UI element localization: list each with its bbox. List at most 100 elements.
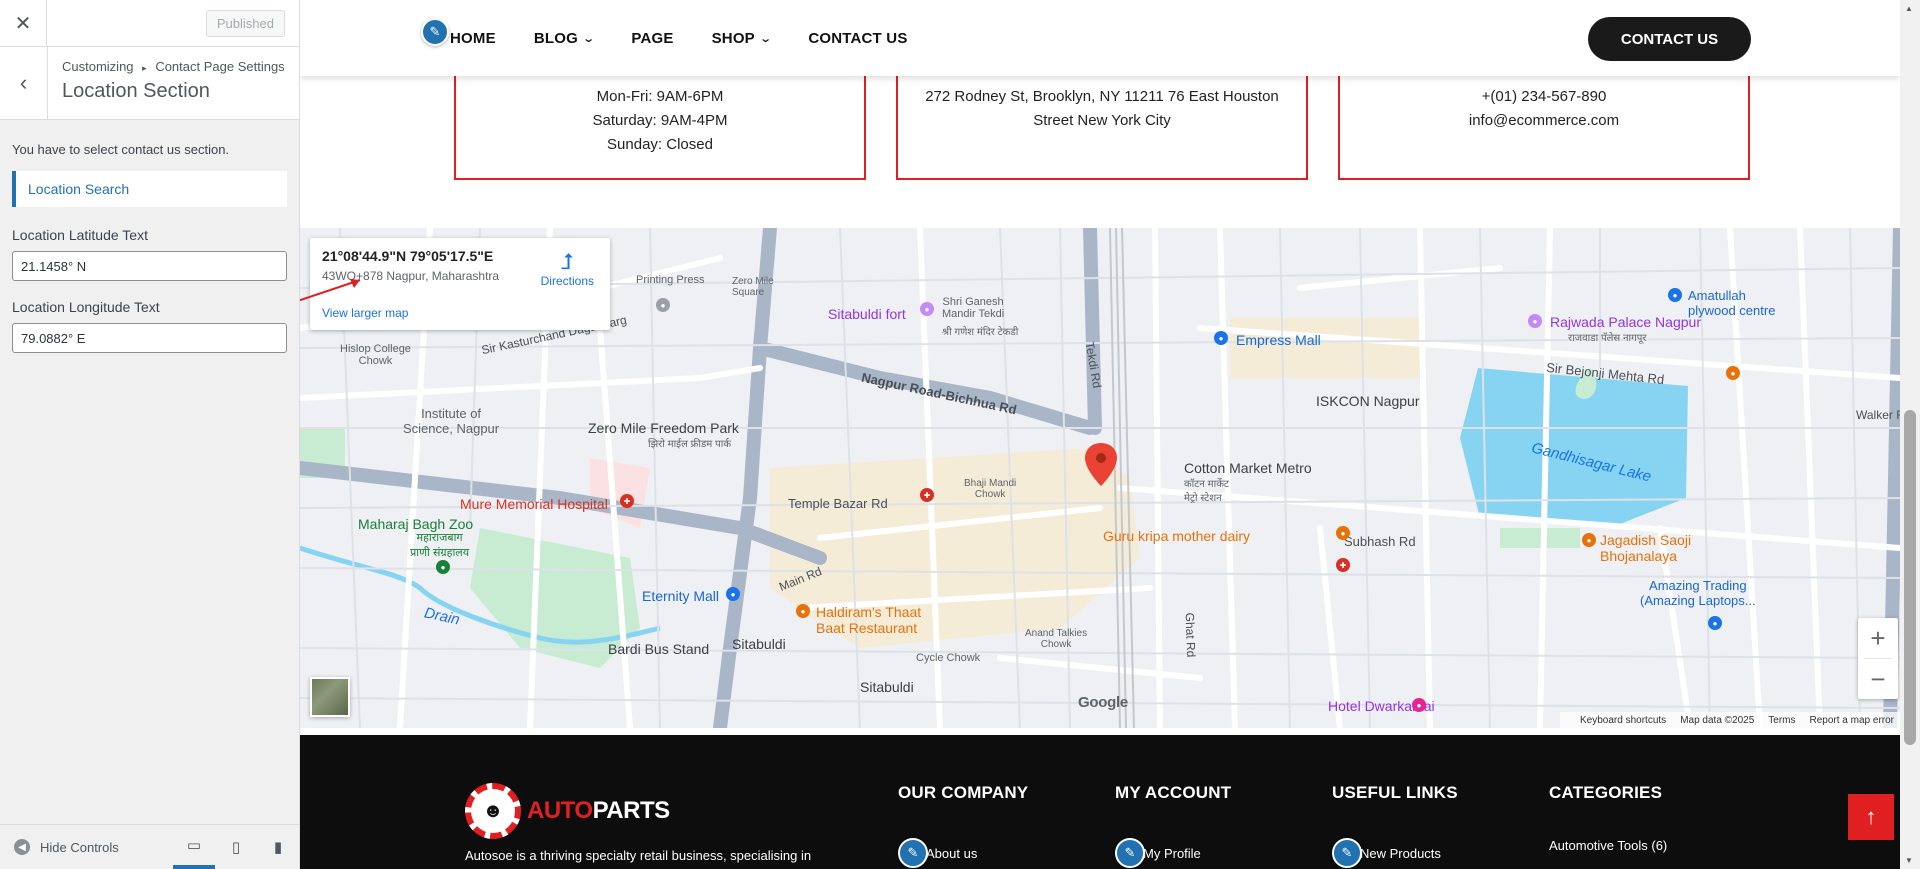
poi-marker[interactable]: ● — [1214, 331, 1228, 345]
keyboard-shortcuts-link[interactable]: Keyboard shortcuts — [1580, 715, 1666, 726]
poi-marker[interactable]: ✚ — [1336, 558, 1350, 572]
edit-shortcut-icon[interactable]: ✎ — [1332, 838, 1362, 868]
latitude-input[interactable] — [12, 251, 287, 281]
zoom-controls: + − — [1858, 618, 1898, 699]
nav-shop[interactable]: SHOP ⌄ — [711, 29, 773, 47]
latitude-label: Location Latitude Text — [12, 227, 148, 243]
tablet-preview-icon[interactable]: ▯ — [215, 825, 257, 869]
nav-label: PAGE — [631, 29, 674, 47]
poi-marker[interactable]: ● — [1726, 366, 1740, 380]
map-poi[interactable]: Amazing Trading (Amazing Laptops... — [1640, 578, 1756, 608]
map-poi[interactable]: Cotton Market Metro — [1184, 460, 1312, 476]
scroll-down-icon[interactable]: ▼ — [1905, 856, 1913, 865]
map-label: Printing Press — [636, 274, 705, 286]
arrow-up-icon[interactable]: ↑ — [1848, 794, 1894, 840]
chevron-down-icon: ⌄ — [759, 32, 773, 45]
footer-col-categories: CATEGORIES Automotive Tools (6) — [1549, 783, 1667, 853]
hide-controls-label: Hide Controls — [40, 839, 119, 855]
customizer-sidebar: ✕ Published ‹ Customizing ▸ Contact Page… — [0, 0, 300, 869]
map-label: Sitabuldi — [860, 679, 914, 695]
map-label: Anand Talkies Chowk — [1025, 628, 1088, 650]
footer-link[interactable]: ✎ New Products — [1332, 838, 1458, 868]
preview-scrollbar[interactable]: ▲ ▼ — [1900, 0, 1920, 869]
poi-marker[interactable]: ● — [1528, 314, 1542, 328]
map-poi[interactable]: Mure Memorial Hospital — [460, 496, 608, 512]
footer-link-label: My Profile — [1143, 845, 1201, 861]
site-preview: Mon-Fri: 9AM-6PM Saturday: 9AM-4PM Sunda… — [300, 0, 1900, 869]
map-poi[interactable]: Eternity Mall — [642, 588, 719, 604]
zoom-out-button[interactable]: − — [1858, 659, 1898, 699]
map-poi[interactable]: Amatullah plywood centre — [1688, 288, 1775, 318]
poi-marker[interactable]: ● — [1582, 533, 1596, 547]
footer-link-label: New Products — [1360, 845, 1441, 861]
directions-icon: ⮥ — [560, 249, 574, 274]
nav-contact[interactable]: CONTACT US — [808, 30, 907, 47]
footer-heading: USEFUL LINKS — [1332, 783, 1458, 802]
map-poi[interactable]: Empress Mall — [1236, 332, 1321, 348]
google-map[interactable]: Printing Press Zero Mile Square Sitabuld… — [300, 228, 1900, 728]
hide-controls-button[interactable]: ◀ Hide Controls — [0, 839, 173, 855]
customizer-window: ✕ Published ‹ Customizing ▸ Contact Page… — [0, 0, 1920, 869]
scrollbar-thumb[interactable] — [1904, 410, 1916, 745]
map-label: Bhaji Mandi Chowk — [964, 478, 1017, 500]
nav-label: CONTACT US — [808, 29, 908, 47]
brand-auto: AUTO — [527, 797, 593, 824]
footer-link-label: About us — [926, 845, 978, 861]
contact-info-cards: Mon-Fri: 9AM-6PM Saturday: 9AM-4PM Sunda… — [300, 55, 1900, 200]
poi-marker[interactable]: ● — [1336, 526, 1350, 540]
desktop-preview-icon[interactable]: ▭ — [173, 825, 215, 869]
poi-marker[interactable]: ● — [436, 560, 450, 574]
poi-marker[interactable]: ● — [1668, 288, 1682, 302]
site-header: ✎ HOME BLOG ⌄ PAGE SHOP ⌄ CONTACT US CONTA… — [300, 0, 1900, 76]
close-icon[interactable]: ✕ — [0, 0, 47, 47]
site-footer: ☻ AUTOPARTS Autosoe is a thriving specia… — [300, 735, 1900, 869]
map-label: Institute of Science, Nagpur — [403, 406, 500, 436]
map-label: राजवाडा पॅलेस नागपूर — [1568, 333, 1647, 344]
edit-shortcut-icon[interactable]: ✎ — [898, 838, 928, 868]
map-poi[interactable]: Rajwada Palace Nagpur — [1550, 314, 1701, 330]
footer-link[interactable]: Automotive Tools (6) — [1549, 838, 1667, 853]
map-poi[interactable]: Sitabuldi fort — [828, 306, 906, 322]
longitude-input[interactable] — [12, 323, 287, 353]
edit-shortcut-icon[interactable]: ✎ — [1115, 838, 1145, 868]
poi-marker[interactable]: ● — [920, 302, 934, 316]
email-line: info@ecommerce.com — [1468, 112, 1620, 129]
mobile-preview-icon[interactable]: ▮ — [257, 825, 299, 869]
footer-logo[interactable]: ☻ AUTOPARTS — [465, 783, 670, 839]
nav-label: SHOP — [711, 29, 755, 47]
map-poi[interactable]: Jagadish Saoji Bhojanalaya — [1600, 532, 1691, 564]
poi-marker[interactable]: ● — [1708, 616, 1722, 630]
poi-marker[interactable]: ✚ — [620, 494, 634, 508]
scroll-up-icon[interactable]: ▲ — [1905, 4, 1913, 13]
published-button[interactable]: Published — [205, 9, 285, 37]
nav-blog[interactable]: BLOG ⌄ — [534, 30, 595, 47]
poi-marker[interactable]: ● — [726, 587, 740, 601]
footer-col-account: MY ACCOUNT ✎ My Profile — [1115, 783, 1231, 868]
contact-us-button[interactable]: CONTACT US — [1588, 17, 1751, 61]
satellite-toggle[interactable] — [310, 677, 350, 717]
road-label: Walker R — [1856, 408, 1900, 422]
nav-home[interactable]: HOME — [450, 30, 496, 47]
footer-heading: MY ACCOUNT — [1115, 783, 1232, 802]
nav-page[interactable]: PAGE — [631, 30, 673, 47]
footer-heading: OUR COMPANY — [898, 783, 1029, 802]
map-label: Shri Ganesh Mandir Tekdi — [942, 296, 1005, 320]
terms-link[interactable]: Terms — [1768, 715, 1795, 726]
directions-button[interactable]: ⮥ Directions — [541, 249, 594, 289]
poi-marker[interactable]: ✚ — [920, 488, 934, 502]
poi-marker[interactable]: ● — [656, 298, 670, 312]
footer-link[interactable]: ✎ About us — [898, 838, 1028, 868]
map-poi[interactable]: Haldiram's Thaat Baat Restaurant — [816, 604, 921, 636]
report-error-link[interactable]: Report a map error — [1810, 715, 1894, 726]
back-arrow-icon[interactable]: ‹ — [0, 47, 48, 119]
poi-marker[interactable]: ● — [1412, 698, 1426, 712]
footer-description: Autosoe is a thriving specialty retail b… — [465, 848, 812, 863]
map-label: महाराजबाग प्राणी संग्रहालय — [410, 532, 470, 559]
map-poi[interactable]: Guru kripa mother dairy — [1103, 528, 1250, 544]
phone-line: +(01) 234-567-890 — [1481, 88, 1607, 105]
annotation-arrow — [300, 279, 361, 302]
poi-marker[interactable]: ● — [796, 604, 810, 618]
map-label: Zero Mile Square — [732, 276, 774, 298]
zoom-in-button[interactable]: + — [1858, 618, 1898, 658]
footer-link[interactable]: ✎ My Profile — [1115, 838, 1231, 868]
